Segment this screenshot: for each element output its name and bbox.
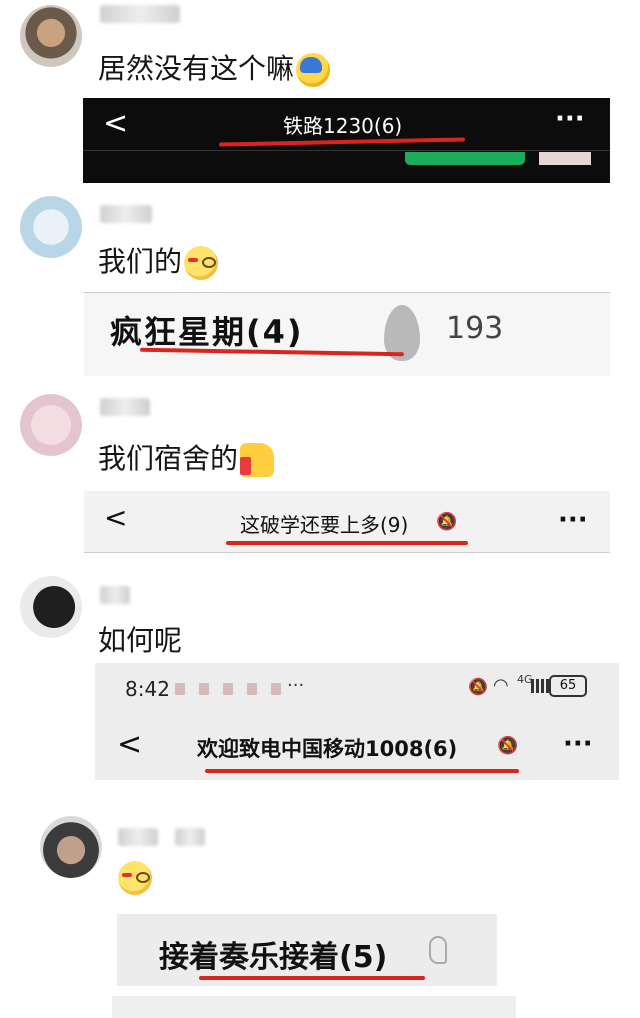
username-blurred (100, 586, 130, 604)
more-icon[interactable]: ··· (558, 505, 588, 535)
notification-icons (175, 683, 285, 695)
back-icon[interactable]: < (117, 727, 142, 762)
divider (83, 150, 610, 151)
red-underline (226, 541, 468, 545)
username-blurred (175, 828, 205, 846)
chat-title: 疯狂星期(4) (110, 313, 304, 351)
status-dots: ··· (287, 675, 305, 696)
screenshot-group-title: 疯狂星期(4) 193 (84, 292, 610, 376)
comment-emoji (116, 860, 152, 895)
mute-bell-icon: 🔕 (436, 512, 458, 532)
chat-title: 这破学还要上多(9) (240, 513, 409, 537)
ear-icon (429, 936, 447, 964)
back-icon[interactable]: < (104, 501, 127, 534)
username-blurred (100, 398, 150, 416)
mute-icon: 🔕 (468, 677, 488, 696)
username-blurred (118, 828, 158, 846)
smirk-face-emoji (118, 861, 152, 895)
smirk-face-emoji (184, 246, 219, 280)
signal-icon (531, 679, 549, 693)
red-underline (199, 976, 425, 980)
comment-text: 我们的 (98, 245, 219, 280)
next-item-strip (112, 996, 516, 1018)
streak-count: 193 (446, 311, 504, 346)
avatar[interactable] (20, 394, 82, 456)
red-underline (205, 769, 519, 773)
sticker-thumbnail (539, 152, 591, 165)
screenshot-phone-top: 8:42 ··· 🔕 ◠ 4G 65 < 欢迎致电中国移动1008(6) 🔕 ·… (95, 663, 619, 780)
screenshot-chat-header-light: < 这破学还要上多(9) 🔕 ··· (84, 491, 610, 553)
comment-text: 如何呢 (98, 624, 183, 657)
screenshot-group-title: 接着奏乐接着(5) (117, 914, 497, 986)
mute-bell-icon: 🔕 (497, 736, 519, 756)
chat-title: 接着奏乐接着(5) (159, 940, 388, 975)
comment-text: 居然没有这个嘛 (98, 52, 331, 87)
battery-icon: 65 (549, 675, 587, 697)
thumbs-up-emoji (240, 443, 275, 477)
hmm-face-emoji (296, 53, 331, 87)
avatar[interactable] (20, 5, 82, 67)
more-icon[interactable]: ··· (555, 104, 585, 134)
screenshot-chat-header-dark: < 铁路1230(6) ··· (83, 98, 610, 183)
chat-title: 欢迎致电中国移动1008(6) (197, 737, 458, 761)
green-button[interactable] (405, 152, 525, 165)
avatar[interactable] (20, 196, 82, 258)
back-icon[interactable]: < (103, 106, 128, 141)
avatar[interactable] (20, 576, 82, 638)
status-time: 8:42 (125, 677, 170, 701)
wifi-icon: ◠ (493, 675, 509, 696)
username-blurred (100, 5, 180, 23)
username-blurred (100, 205, 152, 223)
more-icon[interactable]: ··· (563, 729, 593, 759)
comment-text: 我们宿舍的 (98, 442, 275, 477)
chat-title: 铁路1230(6) (283, 114, 403, 138)
avatar[interactable] (40, 816, 102, 878)
